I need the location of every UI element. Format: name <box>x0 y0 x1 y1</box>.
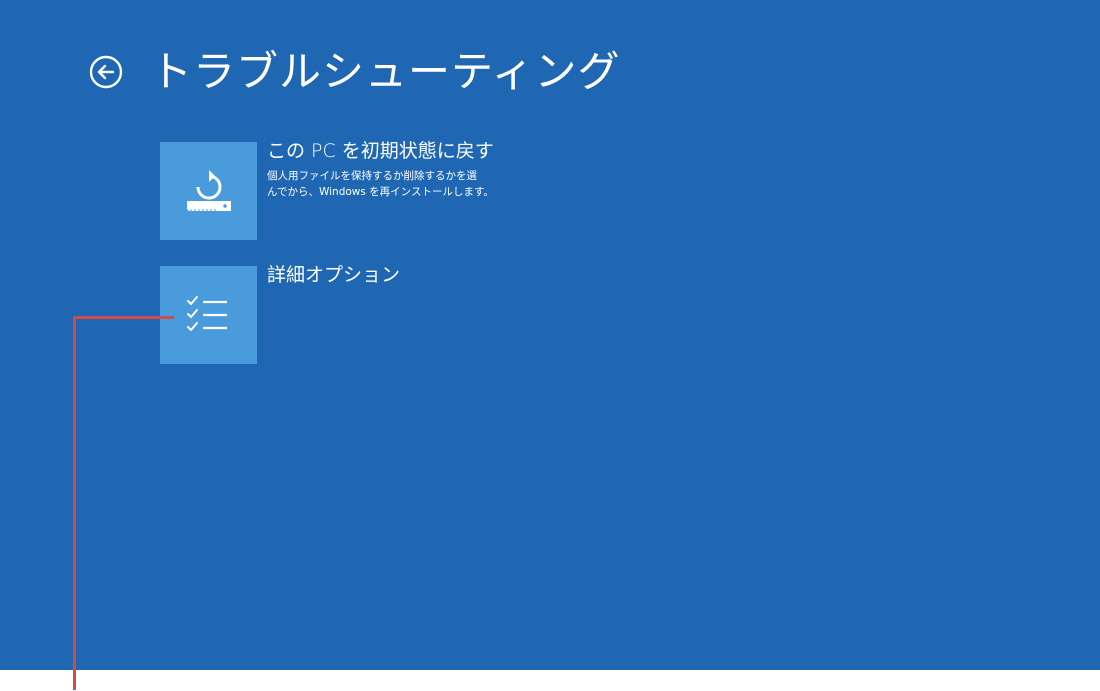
advanced-options-title: 詳細オプション <box>267 264 401 286</box>
advanced-options-text: 詳細オプション <box>267 264 507 364</box>
header: トラブルシューティング <box>88 42 620 102</box>
reset-pc-text: この PC を初期状態に戻す 個人用ファイルを保持するか削除するかを選 んでから… <box>267 140 507 240</box>
callout-line-horizontal <box>74 316 174 319</box>
advanced-options-tile <box>160 266 257 364</box>
reset-pc-option[interactable]: この PC を初期状態に戻す 個人用ファイルを保持するか削除するかを選 んでから… <box>160 140 560 240</box>
reset-pc-description: 個人用ファイルを保持するか削除するかを選 んでから、Windows を再インスト… <box>267 170 494 198</box>
reset-pc-icon <box>186 170 231 212</box>
page-title: トラブルシューティング <box>150 47 621 96</box>
checklist-icon <box>186 296 227 331</box>
callout-line-vertical <box>73 316 76 690</box>
reset-pc-title: この PC を初期状態に戻す <box>267 140 494 162</box>
back-arrow-circle-icon[interactable] <box>88 54 124 90</box>
advanced-options-option[interactable]: 詳細オプション <box>160 264 560 364</box>
reset-pc-tile <box>160 142 257 240</box>
troubleshoot-screen: トラブルシューティング この PC を初期状態に戻す 個人用ファイルを保持するか… <box>0 0 1100 670</box>
